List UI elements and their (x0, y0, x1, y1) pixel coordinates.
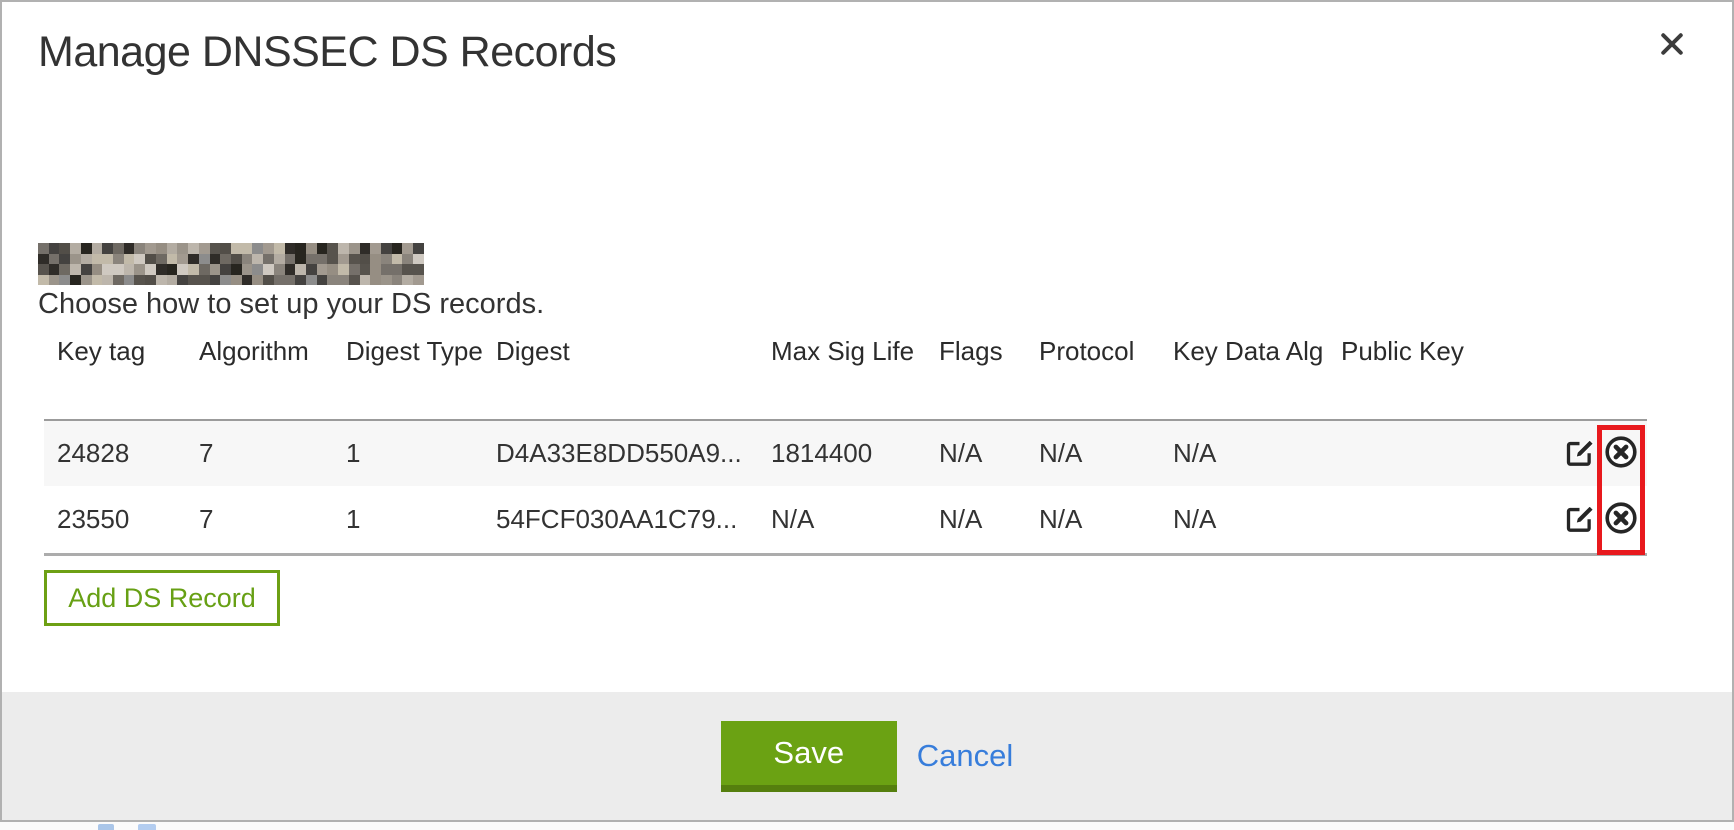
column-header-protocol: Protocol (1039, 336, 1173, 367)
cell-digest-type: 1 (346, 438, 496, 469)
cell-key-data-alg: N/A (1173, 438, 1341, 469)
cell-key-tag: 23550 (44, 504, 199, 535)
table-row: 23550 7 1 54FCF030AA1C79... N/A N/A N/A … (44, 486, 1647, 556)
edit-icon (1563, 436, 1596, 472)
cell-protocol: N/A (1039, 504, 1173, 535)
add-ds-record-button[interactable]: Add DS Record (44, 570, 280, 626)
save-button[interactable]: Save (721, 721, 897, 792)
cell-max-sig-life: N/A (771, 504, 939, 535)
delete-record-button[interactable] (1603, 502, 1639, 538)
manage-dnssec-modal: Manage DNSSEC DS Records Choose how to s… (0, 0, 1734, 822)
cell-flags: N/A (939, 438, 1039, 469)
column-header-digest-type: Digest Type (346, 336, 496, 367)
cell-key-data-alg: N/A (1173, 504, 1341, 535)
cell-digest-type: 1 (346, 504, 496, 535)
column-header-public-key: Public Key (1341, 336, 1537, 367)
instruction-text: Choose how to set up your DS records. (38, 288, 544, 321)
table-row: 24828 7 1 D4A33E8DD550A9... 1814400 N/A … (44, 421, 1647, 486)
column-header-flags: Flags (939, 336, 1039, 367)
column-header-key-tag: Key tag (44, 336, 199, 367)
background-page-artifact (98, 824, 114, 830)
cell-digest: 54FCF030AA1C79... (496, 504, 771, 535)
page-title: Manage DNSSEC DS Records (38, 28, 616, 77)
ds-records-table: Key tag Algorithm Digest Type Digest Max… (44, 336, 1647, 556)
circle-x-icon (1603, 434, 1639, 473)
table-header-row: Key tag Algorithm Digest Type Digest Max… (44, 336, 1647, 421)
cell-algorithm: 7 (199, 438, 346, 469)
delete-record-button[interactable] (1603, 436, 1639, 472)
column-header-max-sig-life: Max Sig Life (771, 336, 939, 367)
cell-flags: N/A (939, 504, 1039, 535)
edit-record-button[interactable] (1561, 436, 1597, 472)
edit-record-button[interactable] (1561, 502, 1597, 538)
redacted-domain-name (38, 243, 424, 285)
column-header-key-data-alg: Key Data Alg (1173, 336, 1341, 367)
background-page-artifact (138, 824, 156, 830)
page-behind-modal (0, 822, 1734, 830)
cell-algorithm: 7 (199, 504, 346, 535)
edit-icon (1563, 502, 1596, 538)
close-button[interactable] (1652, 24, 1692, 64)
modal-footer: Save Cancel (2, 692, 1732, 820)
cancel-link[interactable]: Cancel (917, 738, 1014, 774)
close-icon (1657, 29, 1687, 59)
column-header-algorithm: Algorithm (199, 336, 346, 367)
cell-max-sig-life: 1814400 (771, 438, 939, 469)
cell-digest: D4A33E8DD550A9... (496, 438, 771, 469)
cell-key-tag: 24828 (44, 438, 199, 469)
circle-x-icon (1603, 500, 1639, 539)
column-header-digest: Digest (496, 336, 771, 367)
cell-protocol: N/A (1039, 438, 1173, 469)
